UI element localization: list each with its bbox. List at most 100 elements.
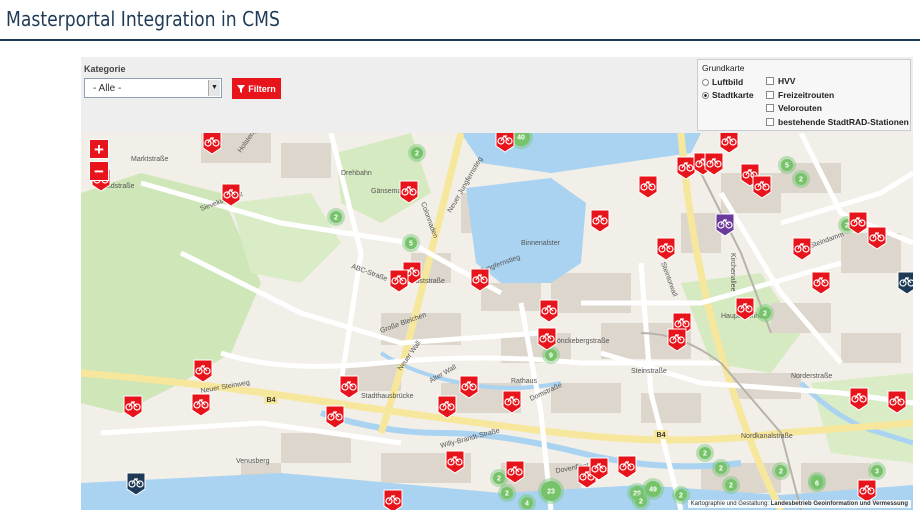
filter-button[interactable]: Filtern (232, 78, 281, 99)
bike-station-icon[interactable] (123, 395, 143, 419)
overlay-label: bestehende StadtRAD-Stationen (778, 117, 909, 127)
cluster-marker[interactable]: 3 (868, 462, 886, 480)
svg-text:2: 2 (334, 215, 338, 222)
bike-station-icon[interactable] (590, 209, 610, 233)
svg-text:5: 5 (785, 163, 789, 170)
overlay-hvv[interactable]: HVV (766, 76, 795, 86)
street-label: Steintorwall (659, 261, 678, 298)
street-label: Nordkanalstraße (741, 433, 793, 440)
bike-station-icon[interactable] (193, 359, 213, 383)
bike-station-icon[interactable] (325, 405, 345, 429)
svg-text:23: 23 (547, 489, 555, 496)
zoom-in-button[interactable]: + (89, 139, 109, 159)
checkbox-stadtrad-stationen[interactable] (766, 118, 774, 126)
road-badge: B4 (264, 395, 278, 404)
layer-switcher: Grundkarte Luftbild Stadtkarte HVV Freiz… (697, 59, 911, 131)
bike-station-icon[interactable] (339, 375, 359, 399)
map-attribution: Kartographie und Gestaltung: Landesbetri… (687, 500, 911, 508)
svg-text:2: 2 (729, 483, 733, 490)
category-select-value: - Alle - (93, 83, 122, 94)
bike-station-icon[interactable] (389, 269, 409, 293)
cluster-marker[interactable]: 2 (772, 462, 790, 480)
bike-station-icon[interactable] (191, 393, 211, 417)
cluster-marker[interactable]: 2 (632, 492, 650, 510)
zoom-out-button[interactable]: − (89, 161, 109, 181)
cluster-marker[interactable]: 2 (756, 304, 774, 322)
bike-station-icon[interactable] (383, 489, 403, 510)
cluster-marker[interactable]: 2 (696, 444, 714, 462)
street-label: Stadthausbrücke (361, 393, 414, 400)
svg-text:2: 2 (639, 499, 643, 506)
road-badge: B4 (654, 430, 668, 439)
svg-text:B4: B4 (267, 397, 276, 404)
chevron-down-icon[interactable]: ▼ (208, 80, 220, 96)
overlay-label: Velorouten (778, 103, 822, 113)
title-divider (0, 39, 920, 41)
attribution-org: Landesbetrieb Geoinformation und Vermess… (770, 501, 908, 507)
map-canvas[interactable]: MarktstraßeHolstenglacisSievekingplatzFe… (81, 133, 913, 510)
cluster-marker[interactable]: 2 (712, 459, 730, 477)
svg-text:2: 2 (497, 476, 501, 483)
svg-text:5: 5 (409, 241, 413, 248)
overlay-velorouten[interactable]: Velorouten (766, 103, 822, 113)
bike-station-icon[interactable] (539, 299, 559, 323)
page-title: Masterportal Integration in CMS (6, 7, 280, 31)
bike-station-icon[interactable] (638, 175, 658, 199)
svg-text:2: 2 (719, 466, 723, 473)
bike-station-icon[interactable] (897, 271, 913, 295)
overlay-freizeitrouten[interactable]: Freizeitrouten (766, 90, 834, 100)
svg-text:2: 2 (845, 223, 849, 230)
bike-station-icon[interactable] (719, 133, 739, 154)
checkbox-velorouten[interactable] (766, 104, 774, 112)
park-area (811, 373, 913, 463)
category-label: Kategorie (84, 64, 126, 74)
cluster-marker[interactable]: 2 (722, 476, 740, 494)
attribution-prefix: Kartographie und Gestaltung: (690, 501, 769, 507)
svg-text:4: 4 (525, 501, 529, 508)
basemap-label: Stadtkarte (712, 90, 754, 100)
street-label: Steinstraße (631, 368, 667, 375)
street-label: Mönckebergstraße (551, 338, 609, 345)
svg-text:9: 9 (549, 353, 553, 360)
basemap-option-luftbild[interactable]: Luftbild (702, 77, 743, 87)
checkbox-hvv[interactable] (766, 77, 774, 85)
map-view[interactable]: MarktstraßeHolstenglacisSievekingplatzFe… (81, 133, 913, 510)
overlay-label: Freizeitrouten (778, 90, 835, 100)
cluster-marker[interactable]: 5 (778, 156, 796, 174)
cluster-marker[interactable]: 5 (402, 234, 420, 252)
basemap-option-stadtkarte[interactable]: Stadtkarte (702, 90, 754, 100)
radio-luftbild[interactable] (702, 78, 709, 86)
svg-text:49: 49 (649, 487, 657, 494)
bike-station-icon[interactable] (811, 271, 831, 295)
bike-station-icon[interactable] (676, 156, 696, 180)
checkbox-freizeitrouten[interactable] (766, 91, 774, 99)
svg-text:2: 2 (505, 491, 509, 498)
overlay-label: HVV (778, 76, 796, 86)
svg-text:2: 2 (779, 469, 783, 476)
funnel-icon (237, 84, 246, 93)
cluster-marker[interactable]: 2 (498, 484, 516, 502)
radio-stadtkarte[interactable] (702, 91, 709, 99)
cluster-marker[interactable]: 6 (808, 474, 826, 492)
cluster-marker[interactable]: 2 (408, 144, 426, 162)
svg-text:40: 40 (517, 135, 525, 142)
street-label: Drehbahn (341, 170, 372, 177)
svg-text:3: 3 (875, 469, 879, 476)
basemap-title: Grundkarte (702, 63, 745, 73)
street-label: Norderstraße (791, 373, 832, 380)
bike-station-icon[interactable] (617, 455, 637, 479)
cluster-marker[interactable]: 2 (327, 208, 345, 226)
svg-text:B4: B4 (657, 432, 666, 439)
bike-station-icon[interactable] (792, 237, 812, 261)
svg-text:6: 6 (815, 481, 819, 488)
category-select[interactable]: - Alle - ▼ (84, 78, 222, 98)
svg-text:2: 2 (799, 177, 803, 184)
bike-station-icon[interactable] (656, 237, 676, 261)
street-label: Binnenalster (521, 240, 561, 247)
cluster-marker[interactable]: 23 (538, 478, 564, 504)
overlay-stadtrad-stationen[interactable]: bestehende StadtRAD-Stationen (766, 117, 909, 127)
street-label: Marktstraße (131, 156, 168, 163)
street-label: Steindamm (809, 231, 845, 250)
cluster-marker[interactable]: 2 (792, 170, 810, 188)
street-label: Venusberg (236, 458, 270, 465)
